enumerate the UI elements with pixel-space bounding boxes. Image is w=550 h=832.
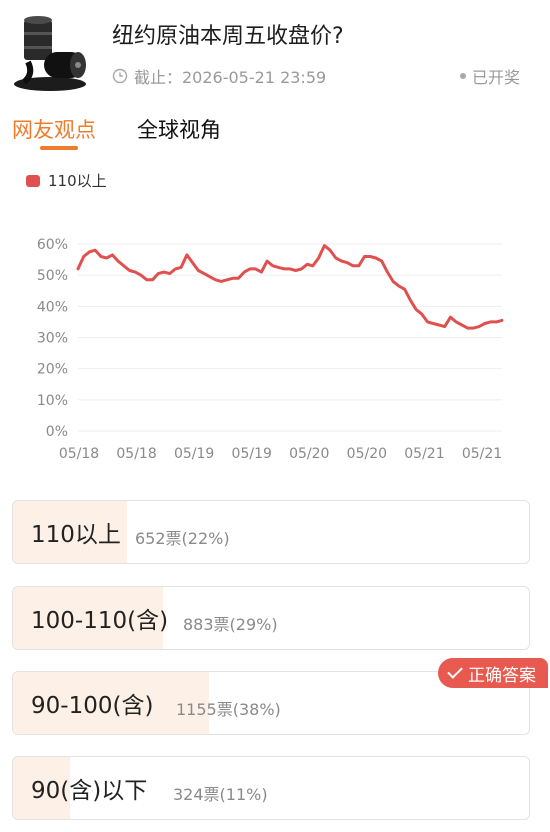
option-votes: 883票(29%) <box>183 615 278 634</box>
option-votes: 1155票(38%) <box>176 700 281 719</box>
x-tick-label: 05/18 <box>116 446 156 462</box>
deadline-info: 截止：2026-05-21 23:59 <box>112 64 326 88</box>
y-tick-label: 30% <box>37 331 68 347</box>
x-tick-label: 05/19 <box>174 446 214 462</box>
y-tick-label: 10% <box>37 393 68 409</box>
question-header: 纽约原油本周五收盘价? 截止：2026-05-21 23:59 已开奖 <box>0 0 550 100</box>
chart-legend: 110以上 <box>26 170 107 191</box>
oil-barrel-icon <box>14 16 86 91</box>
x-tick-label: 05/18 <box>59 446 99 462</box>
status-indicator: 已开奖 <box>459 64 520 88</box>
question-title: 纽约原油本周五收盘价? <box>112 24 344 49</box>
option-votes: 652票(22%) <box>135 529 230 548</box>
tab-netizen-views[interactable]: 网友观点 <box>12 114 96 144</box>
option-votes: 324票(11%) <box>173 785 268 804</box>
option-100-110[interactable]: 100-110(含) 883票(29%) <box>12 586 530 650</box>
x-tick-label: 05/21 <box>404 446 444 462</box>
option-label: 90(含)以下 <box>31 778 148 804</box>
option-label: 110以上 <box>31 522 121 548</box>
x-tick-label: 05/20 <box>347 446 387 462</box>
tab-bar: 网友观点 全球视角 <box>0 108 550 158</box>
option-110-above[interactable]: 110以上 652票(22%) <box>12 500 530 564</box>
trend-chart: 0% 10% 20% 30% 40% 50% 60% 05/18 05/18 05/19 05/19… <box>37 237 504 462</box>
option-label: 90-100(含) <box>31 693 154 719</box>
legend-label: 110以上 <box>48 172 107 190</box>
y-tick-label: 60% <box>37 237 68 253</box>
tab-active-indicator <box>40 146 78 150</box>
x-tick-label: 05/19 <box>232 446 272 462</box>
x-tick-label: 05/21 <box>462 446 502 462</box>
status-text: 已开奖 <box>471 68 520 87</box>
series-line-110-above <box>76 244 504 330</box>
tab-global-perspective[interactable]: 全球视角 <box>137 114 221 144</box>
y-tick-label: 20% <box>37 362 68 378</box>
y-tick-label: 0% <box>46 424 68 440</box>
deadline-text: 截止：2026-05-21 23:59 <box>134 68 327 87</box>
legend-swatch <box>26 174 40 187</box>
checkmark-icon <box>447 663 463 679</box>
correct-answer-badge: 正确答案 <box>438 658 548 688</box>
status-dot-icon <box>459 73 466 79</box>
option-label: 100-110(含) <box>31 608 169 634</box>
correct-answer-label: 正确答案 <box>468 665 536 686</box>
y-tick-label: 40% <box>37 299 68 315</box>
option-90-below[interactable]: 90(含)以下 324票(11%) <box>12 756 530 820</box>
clock-icon <box>112 68 128 84</box>
y-tick-label: 50% <box>37 268 68 284</box>
x-tick-label: 05/20 <box>289 446 329 462</box>
